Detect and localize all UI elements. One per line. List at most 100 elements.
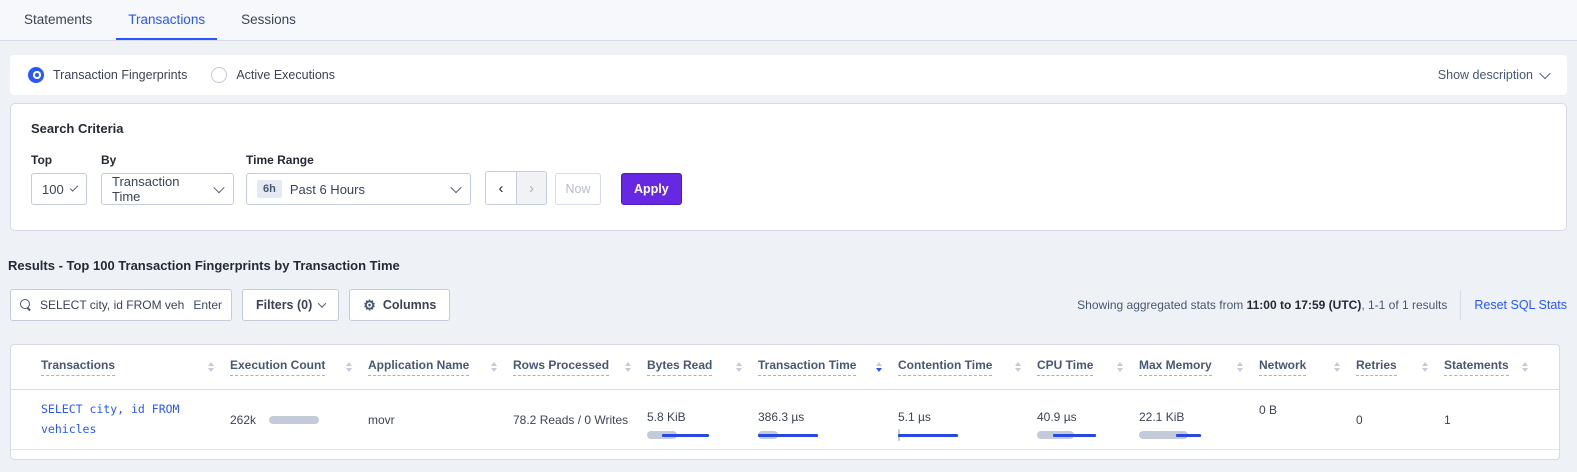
column-header-transaction-time[interactable]: Transaction Time <box>758 358 898 376</box>
table-row: SELECT city, id FROM vehicles 262k movr … <box>11 390 1559 450</box>
column-header-statements[interactable]: Statements <box>1444 358 1544 376</box>
sort-icon[interactable] <box>1231 362 1243 372</box>
column-header-rows-processed[interactable]: Rows Processed <box>513 358 647 376</box>
results-toolbar: Enter Filters (0) ⚙ Columns Showing aggr… <box>10 289 1567 321</box>
filters-label: Filters (0) <box>256 298 312 312</box>
column-header-contention-time[interactable]: Contention Time <box>898 358 1037 376</box>
contention-time-cell: 5.1 µs <box>898 410 1037 429</box>
column-header-execution-count[interactable]: Execution Count <box>230 358 368 376</box>
network-cell: 0 B <box>1259 390 1356 417</box>
tab-transactions[interactable]: Transactions <box>116 0 217 40</box>
by-label: By <box>101 153 234 167</box>
radio-active-executions[interactable]: Active Executions <box>211 67 335 83</box>
radio-label: Active Executions <box>236 68 335 82</box>
transactions-table: Transactions Execution Count Application N… <box>10 344 1560 460</box>
chevron-down-icon <box>214 182 225 193</box>
column-label: Contention Time <box>898 358 992 376</box>
column-label: Transactions <box>41 358 115 376</box>
cpu-time-cell: 40.9 µs <box>1037 410 1139 429</box>
chevron-down-icon <box>450 182 461 193</box>
column-label: Bytes Read <box>647 358 712 376</box>
column-label: Rows Processed <box>513 358 609 376</box>
sort-icon[interactable] <box>340 362 352 372</box>
column-header-max-memory[interactable]: Max Memory <box>1139 358 1259 376</box>
column-header-transactions[interactable]: Transactions <box>41 358 230 376</box>
by-select-value: Transaction Time <box>112 174 207 204</box>
chevron-down-icon <box>70 183 79 192</box>
time-range-select[interactable]: 6h Past 6 Hours <box>246 173 471 205</box>
column-header-application-name[interactable]: Application Name <box>368 358 513 376</box>
page-tabs: Statements Transactions Sessions <box>0 0 1577 41</box>
column-label: Max Memory <box>1139 358 1212 376</box>
results-title: Results - Top 100 Transaction Fingerprin… <box>8 258 1577 273</box>
transaction-time-cell: 386.3 µs <box>758 410 898 429</box>
sort-icon[interactable] <box>619 362 631 372</box>
time-range-pager: ‹ › <box>485 171 547 205</box>
columns-button[interactable]: ⚙ Columns <box>349 289 450 321</box>
transaction-fingerprint-link[interactable]: SELECT city, id FROM vehicles <box>41 400 201 439</box>
search-input[interactable] <box>40 298 185 312</box>
sort-icon[interactable] <box>730 362 742 372</box>
column-header-cpu-time[interactable]: CPU Time <box>1037 358 1139 376</box>
column-label: Statements <box>1444 358 1509 376</box>
tab-statements[interactable]: Statements <box>12 0 104 40</box>
by-select[interactable]: Transaction Time <box>101 173 234 205</box>
gear-icon: ⚙ <box>363 298 376 312</box>
view-toggle-panel: Transaction Fingerprints Active Executio… <box>10 55 1567 95</box>
bytes-read-cell: 5.8 KiB <box>647 410 758 429</box>
radio-unselected-icon <box>211 67 227 83</box>
column-label: Transaction Time <box>758 358 856 376</box>
execution-count-bar <box>269 414 331 426</box>
sort-icon[interactable] <box>1516 362 1528 372</box>
statements-cell: 1 <box>1444 413 1544 427</box>
next-time-button[interactable]: › <box>516 172 546 204</box>
prev-time-button[interactable]: ‹ <box>486 172 516 204</box>
tab-sessions[interactable]: Sessions <box>229 0 308 40</box>
columns-label: Columns <box>383 298 436 312</box>
column-label: Retries <box>1356 358 1397 376</box>
table-header-row: Transactions Execution Count Application N… <box>11 345 1559 390</box>
chevron-down-icon <box>318 299 326 307</box>
sort-icon[interactable] <box>1009 362 1021 372</box>
search-criteria-card: Search Criteria Top 100 By Transaction T… <box>10 103 1567 231</box>
radio-label: Transaction Fingerprints <box>53 68 187 82</box>
sort-icon[interactable] <box>1111 362 1123 372</box>
column-label: CPU Time <box>1037 358 1093 376</box>
time-range-badge: 6h <box>257 180 282 198</box>
time-range-label: Time Range <box>246 153 471 167</box>
show-description-label: Show description <box>1438 68 1533 82</box>
radio-transaction-fingerprints[interactable]: Transaction Fingerprints <box>28 67 187 83</box>
execution-count-cell: 262k <box>230 413 356 427</box>
search-criteria-title: Search Criteria <box>31 121 1546 136</box>
now-button[interactable]: Now <box>555 173 601 205</box>
sort-icon[interactable] <box>870 362 882 372</box>
top-select[interactable]: 100 <box>31 173 87 205</box>
filters-button[interactable]: Filters (0) <box>242 289 339 321</box>
column-label: Execution Count <box>230 358 325 376</box>
column-header-bytes-read[interactable]: Bytes Read <box>647 358 758 376</box>
divider <box>1460 290 1461 320</box>
column-label: Network <box>1259 358 1306 376</box>
sort-icon[interactable] <box>1416 362 1428 372</box>
column-header-network[interactable]: Network <box>1259 358 1356 376</box>
results-search-box: Enter <box>10 289 232 321</box>
sort-icon[interactable] <box>202 362 214 372</box>
sort-icon[interactable] <box>485 362 497 372</box>
chevron-down-icon <box>1539 68 1550 79</box>
column-label: Application Name <box>368 358 469 376</box>
rows-processed-cell: 78.2 Reads / 0 Writes <box>513 413 647 427</box>
retries-cell: 0 <box>1356 413 1444 427</box>
top-select-value: 100 <box>42 182 64 197</box>
execution-count-value: 262k <box>230 413 256 427</box>
sort-icon[interactable] <box>1328 362 1340 372</box>
column-header-retries[interactable]: Retries <box>1356 358 1444 376</box>
reset-sql-stats-link[interactable]: Reset SQL Stats <box>1474 298 1567 312</box>
enter-hint: Enter <box>193 298 222 312</box>
show-description-toggle[interactable]: Show description <box>1438 68 1549 82</box>
application-name-cell: movr <box>368 413 513 427</box>
search-icon <box>20 299 32 311</box>
radio-selected-icon <box>28 67 44 83</box>
aggregated-stats-text: Showing aggregated stats from 11:00 to 1… <box>1077 298 1447 312</box>
apply-button[interactable]: Apply <box>621 173 682 205</box>
time-range-value: Past 6 Hours <box>290 182 365 197</box>
